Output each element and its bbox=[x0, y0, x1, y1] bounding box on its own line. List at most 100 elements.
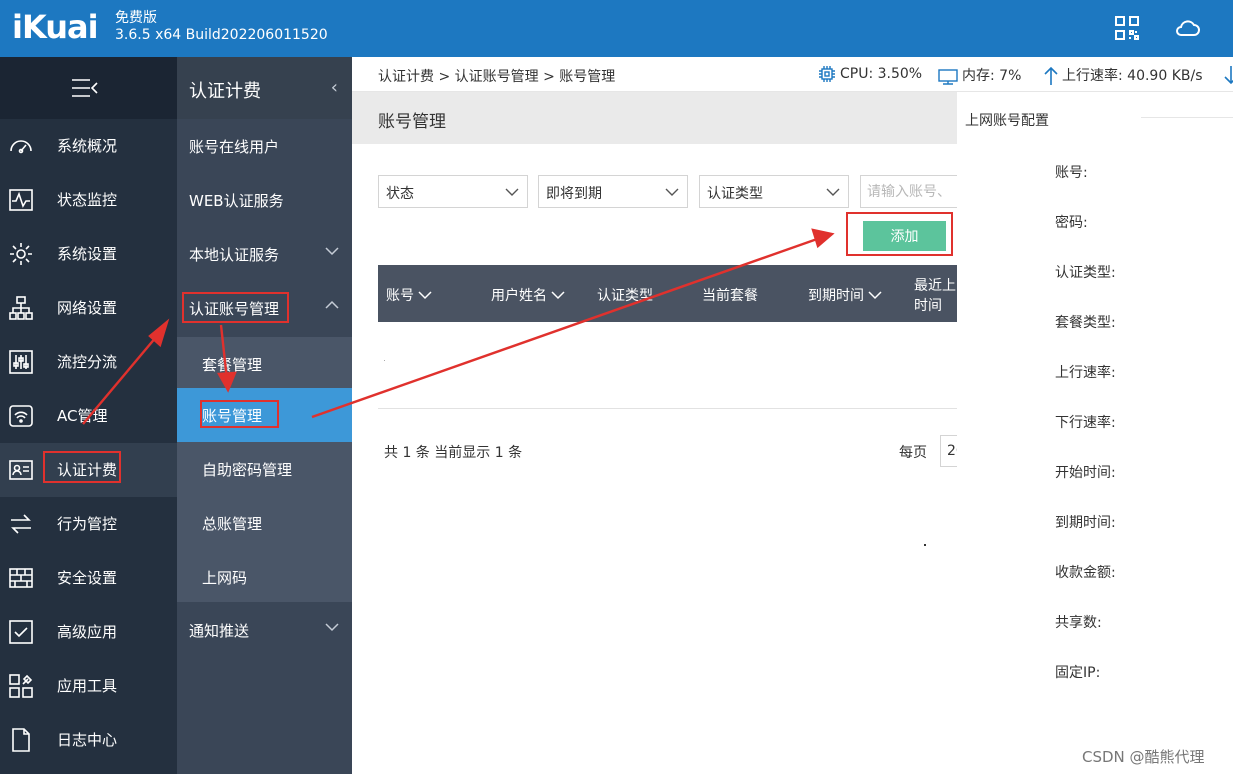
sidebar-item-label: 行为管控 bbox=[57, 515, 118, 533]
check-box-icon bbox=[8, 619, 34, 645]
column-header-username[interactable]: 用户姓名 bbox=[491, 285, 565, 305]
status-filter-select[interactable]: 状态 bbox=[378, 175, 528, 208]
account-config-panel: 上网账号配置 账号: 密码: 认证类型: 套餐类型: 上行速率: 下行速率: 开… bbox=[957, 92, 1233, 774]
dashboard-icon bbox=[8, 133, 34, 159]
sidebar-item-tools[interactable]: 应用工具 bbox=[0, 659, 177, 713]
table-header: 账号 用户姓名 认证类型 当前套餐 到期时间 最近上 时间 bbox=[378, 265, 957, 322]
swap-icon bbox=[8, 511, 34, 537]
top-header: iKuai 免费版 3.6.5 x64 Build202206011520 bbox=[0, 0, 1233, 57]
submenu-item-notifications[interactable]: 通知推送 bbox=[177, 603, 352, 657]
column-label: 到期时间 bbox=[808, 288, 864, 304]
page-header: 账号管理 bbox=[352, 92, 957, 144]
submenu-item-label: 自助密码管理 bbox=[202, 461, 293, 479]
column-header-account[interactable]: 账号 bbox=[386, 285, 432, 305]
primary-sidebar: 系统概况 状态监控 系统设置 网络设置 流控分流 AC管理 认证计费 行为管控 … bbox=[0, 57, 177, 774]
tools-icon bbox=[8, 673, 34, 699]
status-filter-value: 状态 bbox=[386, 186, 414, 202]
sidebar-item-monitor[interactable]: 状态监控 bbox=[0, 173, 177, 227]
menu-toggle-button[interactable] bbox=[0, 57, 177, 119]
column-header-last-online[interactable]: 最近上 bbox=[914, 275, 956, 295]
field-label-fixed-ip: 固定IP: bbox=[1055, 665, 1101, 681]
memory-value: 内存: 7% bbox=[962, 68, 1022, 84]
cpu-stat: CPU: 3.50% bbox=[818, 65, 922, 83]
submenu-item-local-auth[interactable]: 本地认证服务 bbox=[177, 227, 352, 281]
submenu-item-access-code[interactable]: 上网码 bbox=[177, 550, 352, 602]
submenu-item-label: 上网码 bbox=[202, 569, 248, 587]
submenu-title: 认证计费 bbox=[189, 81, 261, 102]
pulse-icon bbox=[8, 187, 34, 213]
stray-dot bbox=[924, 544, 926, 546]
column-label: 用户姓名 bbox=[491, 288, 547, 304]
column-header-auth-type[interactable]: 认证类型 bbox=[597, 285, 653, 305]
sidebar-item-advanced[interactable]: 高级应用 bbox=[0, 605, 177, 659]
firewall-icon bbox=[8, 565, 34, 591]
wifi-icon bbox=[8, 403, 34, 429]
column-header-last-online-2: 时间 bbox=[914, 298, 942, 314]
sidebar-item-ac[interactable]: AC管理 bbox=[0, 389, 177, 443]
search-box bbox=[860, 175, 957, 208]
sidebar-item-overview[interactable]: 系统概况 bbox=[0, 119, 177, 173]
network-icon bbox=[8, 295, 34, 321]
chevron-down-icon bbox=[418, 291, 432, 300]
submenu-item-label: 总账管理 bbox=[202, 515, 263, 533]
per-page-label: 每页 bbox=[899, 445, 927, 461]
gear-icon bbox=[8, 241, 34, 267]
search-input[interactable] bbox=[861, 176, 956, 207]
logo: iKuai bbox=[12, 8, 99, 46]
highlight-box-account-management bbox=[200, 400, 279, 428]
column-header-current-package[interactable]: 当前套餐 bbox=[702, 285, 758, 305]
auth-type-filter-select[interactable]: 认证类型 bbox=[699, 175, 849, 208]
memory-stat: 内存: 7% bbox=[938, 65, 1021, 85]
expiry-filter-value: 即将到期 bbox=[546, 186, 602, 202]
sidebar-item-traffic[interactable]: 流控分流 bbox=[0, 335, 177, 389]
cpu-value: CPU: 3.50% bbox=[840, 66, 923, 82]
column-header-expiry[interactable]: 到期时间 bbox=[808, 285, 882, 305]
stray-dot bbox=[384, 360, 385, 361]
chevron-down-icon bbox=[503, 182, 521, 204]
submenu-header: 认证计费 ‹ bbox=[177, 57, 352, 119]
chevron-down-icon bbox=[324, 619, 340, 639]
chevron-up-icon bbox=[324, 297, 340, 317]
breadcrumb-bar: 认证计费 > 认证账号管理 > 账号管理 CPU: 3.50% 内存: 7% 上… bbox=[352, 57, 1233, 92]
watermark: CSDN @酷熊代理 bbox=[1082, 748, 1205, 766]
sidebar-item-label: 日志中心 bbox=[57, 731, 118, 749]
field-label-password: 密码: bbox=[1055, 215, 1088, 231]
arrow-head bbox=[811, 228, 835, 249]
field-label-payment: 收款金额: bbox=[1055, 565, 1116, 581]
sidebar-item-label: 状态监控 bbox=[57, 191, 118, 209]
sidebar-item-label: AC管理 bbox=[57, 407, 108, 425]
submenu-item-online-users[interactable]: 账号在线用户 bbox=[177, 119, 352, 173]
submenu-item-label: 套餐管理 bbox=[202, 356, 263, 374]
sidebar-item-system-settings[interactable]: 系统设置 bbox=[0, 227, 177, 281]
build-version: 3.6.5 x64 Build202206011520 bbox=[115, 27, 328, 43]
chevron-down-icon bbox=[824, 182, 842, 204]
submenu-item-label: 本地认证服务 bbox=[189, 246, 280, 264]
table-divider bbox=[378, 408, 957, 409]
submenu-item-web-auth[interactable]: WEB认证服务 bbox=[177, 173, 352, 227]
page-title: 账号管理 bbox=[378, 112, 446, 132]
submenu-item-self-password[interactable]: 自助密码管理 bbox=[177, 442, 352, 496]
sidebar-item-security[interactable]: 安全设置 bbox=[0, 551, 177, 605]
highlight-box-add-button bbox=[846, 212, 953, 256]
field-label-package-type: 套餐类型: bbox=[1055, 315, 1116, 331]
sidebar-item-logs[interactable]: 日志中心 bbox=[0, 713, 177, 767]
sidebar-item-label: 应用工具 bbox=[57, 677, 118, 695]
chevron-left-icon[interactable]: ‹ bbox=[331, 77, 338, 98]
submenu-item-ledger[interactable]: 总账管理 bbox=[177, 496, 352, 550]
panel-title: 上网账号配置 bbox=[965, 113, 1049, 129]
field-label-auth-type: 认证类型: bbox=[1055, 265, 1116, 281]
sidebar-item-label: 网络设置 bbox=[57, 299, 118, 317]
column-label: 账号 bbox=[386, 288, 414, 304]
sidebar-item-network[interactable]: 网络设置 bbox=[0, 281, 177, 335]
qrcode-icon[interactable] bbox=[1113, 14, 1141, 42]
highlight-box-auth-billing bbox=[43, 451, 121, 483]
id-card-icon bbox=[8, 457, 34, 483]
expiry-filter-select[interactable]: 即将到期 bbox=[538, 175, 688, 208]
sidebar-item-behavior[interactable]: 行为管控 bbox=[0, 497, 177, 551]
document-icon bbox=[8, 727, 34, 753]
cloud-icon[interactable] bbox=[1173, 14, 1201, 42]
submenu-item-label: 通知推送 bbox=[189, 622, 250, 640]
arrow-up-icon bbox=[1044, 66, 1058, 85]
breadcrumb[interactable]: 认证计费 > 认证账号管理 > 账号管理 bbox=[378, 66, 615, 86]
submenu-item-packages[interactable]: 套餐管理 bbox=[177, 337, 352, 388]
